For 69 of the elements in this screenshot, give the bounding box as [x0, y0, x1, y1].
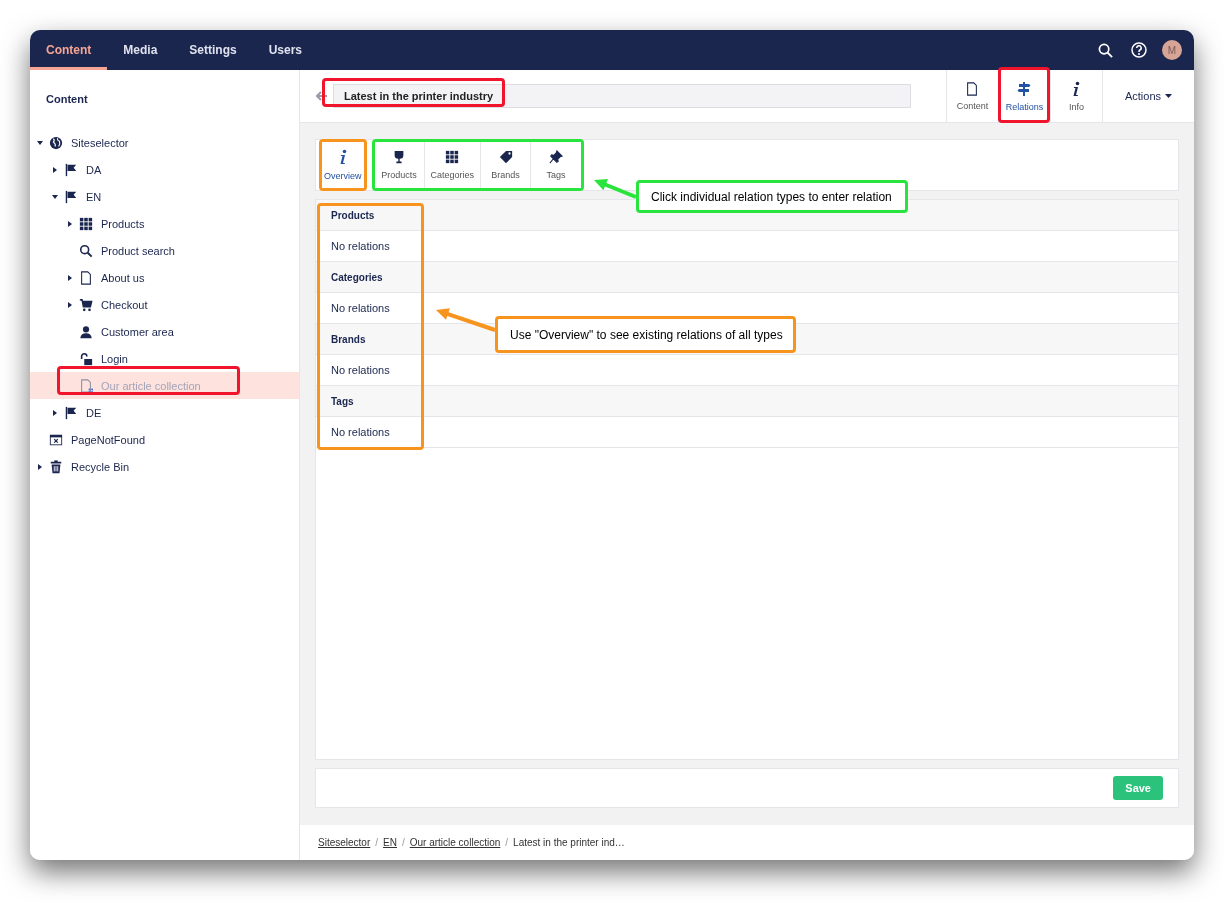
- caret-icon[interactable]: [37, 139, 43, 146]
- relation-tab[interactable]: Products: [374, 142, 425, 188]
- back-arrow-icon[interactable]: [316, 91, 327, 101]
- document-icon: [965, 81, 980, 96]
- tree-item[interactable]: Login: [30, 345, 299, 372]
- glass-icon: [392, 150, 406, 164]
- breadcrumb-current: Latest in the printer ind…: [513, 837, 625, 848]
- nav-tab[interactable]: Users: [252, 30, 319, 70]
- document-icon: [78, 270, 93, 285]
- tag-icon: [498, 150, 513, 164]
- grid-icon: [445, 150, 460, 164]
- tree-item[interactable]: Recycle Bin: [30, 453, 299, 480]
- callout-arrow: [436, 308, 496, 332]
- tree-item[interactable]: DA: [30, 156, 299, 183]
- flag-icon: [63, 162, 78, 177]
- tree-item[interactable]: About us: [30, 264, 299, 291]
- section-title: Tags: [331, 395, 354, 407]
- search-icon[interactable]: [1098, 42, 1113, 58]
- trash-icon: [48, 459, 63, 474]
- caret-icon[interactable]: [67, 220, 73, 227]
- caret-icon[interactable]: [52, 409, 58, 416]
- cart-icon: [78, 297, 93, 312]
- padlock-icon: [78, 351, 93, 366]
- globe-icon: [48, 135, 63, 150]
- breadcrumb-link[interactable]: Our article collection: [409, 837, 501, 848]
- help-icon[interactable]: [1131, 42, 1147, 58]
- section-title: Categories: [331, 271, 383, 283]
- caret-icon[interactable]: [52, 193, 58, 200]
- breadcrumb-link[interactable]: EN: [383, 837, 397, 848]
- breadcrumb-link[interactable]: Siteselector: [318, 837, 371, 848]
- tree-item[interactable]: Siteselector: [30, 129, 299, 156]
- pin-icon: [549, 150, 564, 164]
- callout-note: Use "Overview" to see existing relations of all types: [495, 316, 796, 353]
- nav-tab[interactable]: Media: [107, 30, 174, 70]
- caret-icon: [1165, 94, 1172, 98]
- section-title: Brands: [331, 333, 366, 345]
- window-icon: [48, 432, 63, 447]
- empty-message: No relations: [331, 302, 390, 314]
- empty-message: No relations: [331, 426, 390, 438]
- nav-tab[interactable]: Settings: [173, 30, 253, 70]
- title-field[interactable]: Latest in the printer industry: [333, 84, 911, 108]
- callout-arrow: [594, 179, 637, 199]
- signpost-icon: [1016, 80, 1033, 97]
- empty-message: No relations: [331, 240, 390, 252]
- relation-tab[interactable]: Overview: [322, 142, 364, 188]
- callout-note: Click individual relation types to enter relation: [636, 180, 908, 213]
- tree-item[interactable]: DE: [30, 399, 299, 426]
- tree-item[interactable]: Products: [30, 210, 299, 237]
- tree-item[interactable]: Checkout: [30, 291, 299, 318]
- sidebar-title: Content: [45, 92, 89, 107]
- flag-icon: [63, 189, 78, 204]
- flag-icon: [63, 405, 78, 420]
- separator: /: [505, 837, 509, 848]
- section-title: Products: [331, 209, 375, 221]
- empty-message: No relations: [331, 364, 390, 376]
- search-icon: [78, 243, 93, 258]
- tree-item[interactable]: Product search: [30, 237, 299, 264]
- caret-icon[interactable]: [67, 301, 73, 308]
- caret-icon[interactable]: [37, 463, 43, 470]
- caret-icon[interactable]: [67, 274, 73, 281]
- tree-item[interactable]: EN: [30, 183, 299, 210]
- grid-icon: [78, 216, 93, 231]
- caret-icon[interactable]: [52, 166, 58, 173]
- user-icon: [78, 324, 93, 339]
- tree-item[interactable]: Customer area: [30, 318, 299, 345]
- tree-item[interactable]: PageNotFound: [30, 426, 299, 453]
- separator: /: [375, 837, 379, 848]
- document-icon: [78, 378, 93, 393]
- separator: /: [401, 837, 405, 848]
